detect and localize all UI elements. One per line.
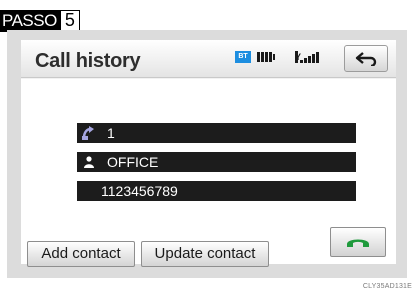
bluetooth-icon: BT [235,51,251,63]
image-reference-code: CLY35AD131E [362,283,412,290]
update-contact-button[interactable]: Update contact [141,241,269,267]
contact-name-row: OFFICE [77,152,356,172]
history-entry-count: 1 [107,125,115,141]
phone-number-row: 1123456789 [77,181,356,201]
step-label: PASSO [0,10,60,32]
signal-strength-icon: Y [295,51,319,63]
step-number: 5 [59,10,80,32]
back-button[interactable] [344,45,388,72]
history-entry-row: 1 [77,123,356,143]
phone-arrow-icon [77,126,101,140]
back-arrow-icon [355,51,377,66]
display-screen: Call history BT Y 1 OFFICE 1123456789 Ad… [7,30,407,278]
phone-handset-icon [347,239,369,247]
battery-icon [257,52,275,62]
contact-name: OFFICE [107,154,159,170]
page-title: Call history [35,50,141,72]
phone-number: 1123456789 [101,183,178,199]
status-indicators: BT Y [235,51,319,63]
add-contact-button[interactable]: Add contact [27,241,135,267]
screen-content: Call history BT Y 1 OFFICE 1123456789 Ad… [21,40,396,267]
call-button[interactable] [330,227,386,257]
step-badge: PASSO 5 [0,10,80,32]
person-icon [77,156,101,168]
call-detail-area: 1 OFFICE 1123456789 Add contact Update c… [21,79,396,267]
header-bar: Call history BT Y [21,40,396,78]
